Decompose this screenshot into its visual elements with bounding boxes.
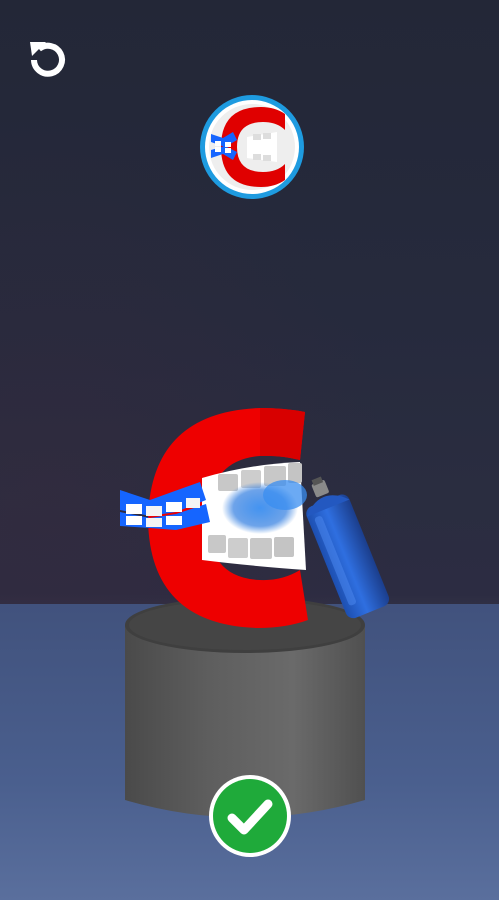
letter-c-character[interactable] xyxy=(110,400,410,640)
spray-can-icon[interactable] xyxy=(295,470,392,621)
confirm-button[interactable] xyxy=(208,774,292,858)
check-icon xyxy=(209,775,291,857)
target-letter-c-icon xyxy=(200,95,304,199)
target-preview xyxy=(197,92,307,202)
game-screen xyxy=(0,0,499,900)
restart-button[interactable] xyxy=(20,32,76,88)
restart-icon xyxy=(30,42,65,77)
